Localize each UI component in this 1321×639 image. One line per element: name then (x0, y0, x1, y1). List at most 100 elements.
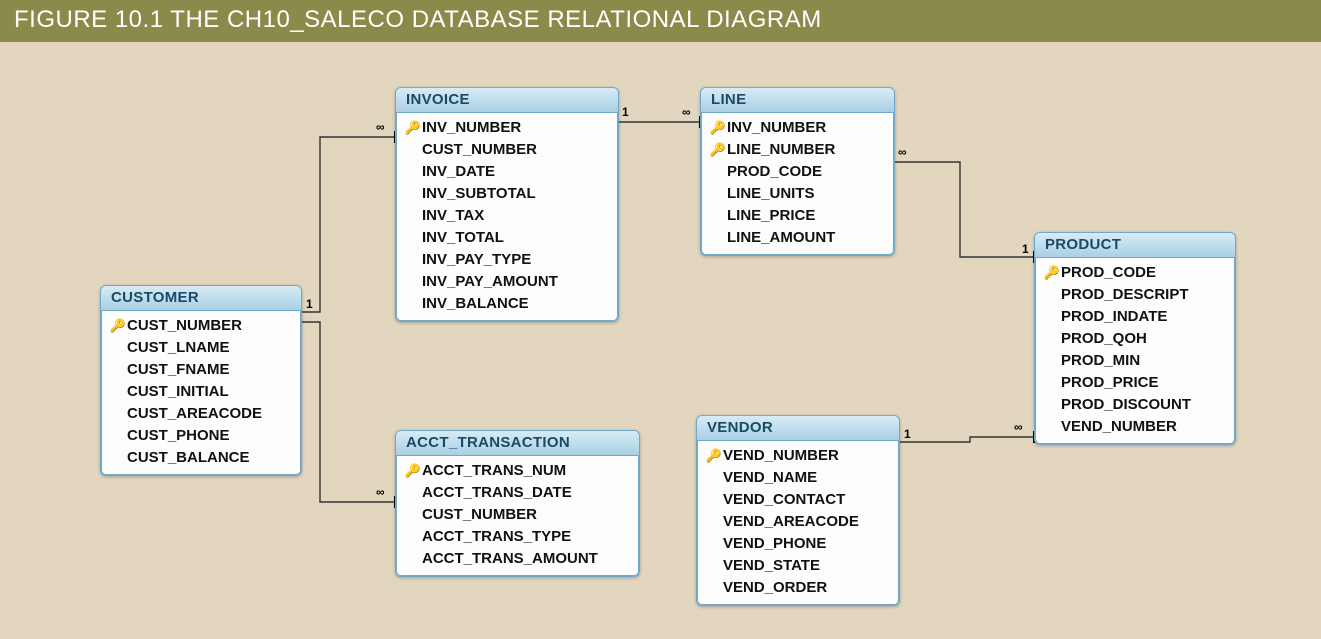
field-row[interactable]: PROD_PRICE (1041, 372, 1229, 394)
entity-invoice[interactable]: INVOICE 🔑INV_NUMBERCUST_NUMBERINV_DATEIN… (395, 87, 619, 322)
field-name: LINE_NUMBER (727, 140, 835, 160)
cardinality-label: ∞ (376, 120, 385, 134)
field-name: CUST_INITIAL (127, 382, 229, 402)
field-name: INV_BALANCE (422, 294, 529, 314)
field-row[interactable]: PROD_DISCOUNT (1041, 394, 1229, 416)
field-row[interactable]: INV_DATE (402, 161, 612, 183)
entity-title: INVOICE (396, 88, 618, 113)
field-name: PROD_MIN (1061, 351, 1140, 371)
field-name: INV_NUMBER (422, 118, 521, 138)
entity-acct-transaction[interactable]: ACCT_TRANSACTION 🔑ACCT_TRANS_NUMACCT_TRA… (395, 430, 640, 577)
field-row[interactable]: 🔑VEND_NUMBER (703, 445, 893, 467)
field-row[interactable]: VEND_CONTACT (703, 489, 893, 511)
field-name: LINE_PRICE (727, 206, 815, 226)
field-name: PROD_QOH (1061, 329, 1147, 349)
field-row[interactable]: VEND_STATE (703, 555, 893, 577)
field-name: PROD_CODE (727, 162, 822, 182)
primary-key-icon: 🔑 (709, 118, 727, 138)
entity-fields: 🔑INV_NUMBERCUST_NUMBERINV_DATEINV_SUBTOT… (396, 113, 618, 321)
field-row[interactable]: LINE_UNITS (707, 183, 888, 205)
field-row[interactable]: PROD_QOH (1041, 328, 1229, 350)
cardinality-label: ∞ (376, 485, 385, 499)
field-name: CUST_AREACODE (127, 404, 262, 424)
field-name: INV_SUBTOTAL (422, 184, 536, 204)
cardinality-label: ∞ (1014, 420, 1023, 434)
field-row[interactable]: INV_PAY_TYPE (402, 249, 612, 271)
field-name: INV_TOTAL (422, 228, 504, 248)
entity-title: ACCT_TRANSACTION (396, 431, 639, 456)
field-name: CUST_PHONE (127, 426, 230, 446)
field-row[interactable]: 🔑INV_NUMBER (707, 117, 888, 139)
field-name: INV_PAY_TYPE (422, 250, 531, 270)
primary-key-icon: 🔑 (404, 461, 422, 481)
field-row[interactable]: VEND_AREACODE (703, 511, 893, 533)
field-name: PROD_DISCOUNT (1061, 395, 1191, 415)
field-name: CUST_BALANCE (127, 448, 250, 468)
field-name: CUST_LNAME (127, 338, 230, 358)
field-row[interactable]: CUST_NUMBER (402, 504, 633, 526)
field-row[interactable]: INV_BALANCE (402, 293, 612, 315)
field-row[interactable]: PROD_MIN (1041, 350, 1229, 372)
primary-key-icon: 🔑 (404, 118, 422, 138)
diagram-canvas: 1 ∞ ∞ 1 ∞ ∞ 1 1 ∞ CUSTOMER 🔑CUST_NUMBERC… (0, 42, 1321, 639)
field-name: LINE_UNITS (727, 184, 815, 204)
field-row[interactable]: PROD_INDATE (1041, 306, 1229, 328)
field-name: INV_DATE (422, 162, 495, 182)
field-name: CUST_FNAME (127, 360, 230, 380)
field-row[interactable]: 🔑CUST_NUMBER (107, 315, 295, 337)
cardinality-label: ∞ (682, 105, 691, 119)
field-row[interactable]: LINE_PRICE (707, 205, 888, 227)
field-row[interactable]: CUST_NUMBER (402, 139, 612, 161)
field-row[interactable]: 🔑PROD_CODE (1041, 262, 1229, 284)
primary-key-icon: 🔑 (709, 140, 727, 160)
field-name: VEND_PHONE (723, 534, 826, 554)
field-row[interactable]: INV_PAY_AMOUNT (402, 271, 612, 293)
entity-title: LINE (701, 88, 894, 113)
field-row[interactable]: CUST_FNAME (107, 359, 295, 381)
field-name: VEND_CONTACT (723, 490, 845, 510)
entity-product[interactable]: PRODUCT 🔑PROD_CODEPROD_DESCRIPTPROD_INDA… (1034, 232, 1236, 445)
primary-key-icon: 🔑 (705, 446, 723, 466)
cardinality-label: ∞ (898, 145, 907, 159)
field-row[interactable]: INV_TAX (402, 205, 612, 227)
field-name: INV_TAX (422, 206, 484, 226)
figure-title: FIGURE 10.1 THE CH10_SALECO DATABASE REL… (0, 0, 1321, 42)
field-name: VEND_AREACODE (723, 512, 859, 532)
field-row[interactable]: CUST_LNAME (107, 337, 295, 359)
cardinality-label: 1 (306, 297, 313, 311)
field-row[interactable]: PROD_CODE (707, 161, 888, 183)
entity-fields: 🔑ACCT_TRANS_NUMACCT_TRANS_DATECUST_NUMBE… (396, 456, 639, 576)
field-row[interactable]: PROD_DESCRIPT (1041, 284, 1229, 306)
field-row[interactable]: ACCT_TRANS_TYPE (402, 526, 633, 548)
entity-line[interactable]: LINE 🔑INV_NUMBER🔑LINE_NUMBERPROD_CODELIN… (700, 87, 895, 256)
field-name: CUST_NUMBER (422, 140, 537, 160)
field-row[interactable]: VEND_PHONE (703, 533, 893, 555)
field-row[interactable]: INV_TOTAL (402, 227, 612, 249)
field-row[interactable]: CUST_BALANCE (107, 447, 295, 469)
field-row[interactable]: ACCT_TRANS_DATE (402, 482, 633, 504)
field-row[interactable]: VEND_NUMBER (1041, 416, 1229, 438)
field-name: PROD_INDATE (1061, 307, 1167, 327)
field-row[interactable]: 🔑INV_NUMBER (402, 117, 612, 139)
field-name: VEND_NAME (723, 468, 817, 488)
field-row[interactable]: LINE_AMOUNT (707, 227, 888, 249)
entity-title: PRODUCT (1035, 233, 1235, 258)
entity-vendor[interactable]: VENDOR 🔑VEND_NUMBERVEND_NAMEVEND_CONTACT… (696, 415, 900, 606)
field-name: ACCT_TRANS_DATE (422, 483, 572, 503)
field-row[interactable]: VEND_ORDER (703, 577, 893, 599)
field-name: VEND_NUMBER (1061, 417, 1177, 437)
field-row[interactable]: CUST_PHONE (107, 425, 295, 447)
field-row[interactable]: 🔑ACCT_TRANS_NUM (402, 460, 633, 482)
primary-key-icon: 🔑 (109, 316, 127, 336)
field-row[interactable]: CUST_AREACODE (107, 403, 295, 425)
field-name: ACCT_TRANS_AMOUNT (422, 549, 598, 569)
field-row[interactable]: 🔑LINE_NUMBER (707, 139, 888, 161)
field-name: LINE_AMOUNT (727, 228, 835, 248)
field-row[interactable]: ACCT_TRANS_AMOUNT (402, 548, 633, 570)
field-name: VEND_ORDER (723, 578, 827, 598)
field-row[interactable]: VEND_NAME (703, 467, 893, 489)
field-name: PROD_CODE (1061, 263, 1156, 283)
field-row[interactable]: CUST_INITIAL (107, 381, 295, 403)
entity-customer[interactable]: CUSTOMER 🔑CUST_NUMBERCUST_LNAMECUST_FNAM… (100, 285, 302, 476)
field-row[interactable]: INV_SUBTOTAL (402, 183, 612, 205)
